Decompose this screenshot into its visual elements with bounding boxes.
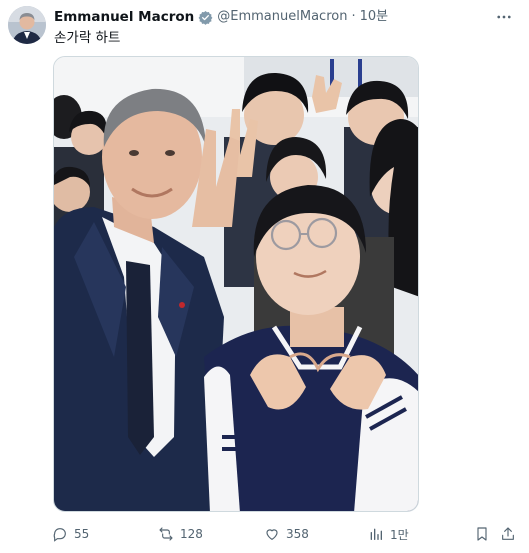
author-avatar[interactable] [8, 6, 46, 44]
reply-button[interactable]: 55 [52, 524, 89, 544]
repost-button[interactable]: 128 [158, 524, 203, 544]
action-bar: 55 128 358 1만 [52, 524, 518, 544]
share-button[interactable] [500, 524, 522, 544]
heart-icon [266, 529, 278, 540]
tweet-header: Emmanuel Macron @EmmanuelMacron · 10분 [54, 8, 388, 26]
views-button[interactable]: 1만 [368, 524, 409, 544]
reply-count: 55 [74, 527, 90, 541]
author-name[interactable]: Emmanuel Macron [54, 8, 194, 26]
bookmark-button[interactable] [474, 524, 496, 544]
more-options-icon[interactable] [493, 6, 515, 28]
tweet-text: 손가락 하트 [54, 30, 121, 46]
like-button[interactable]: 358 [264, 524, 309, 544]
author-handle[interactable]: @EmmanuelMacron [217, 8, 347, 26]
repost-icon [159, 527, 173, 541]
separator-dot: · [351, 9, 356, 24]
tweet-card[interactable]: Emmanuel Macron @EmmanuelMacron · 10분 손가… [0, 0, 529, 553]
share-icon [502, 527, 514, 540]
views-icon [370, 528, 382, 540]
post-time[interactable]: 10분 [360, 8, 389, 26]
bookmark-icon [477, 527, 487, 541]
views-count: 1만 [390, 527, 409, 542]
repost-count: 128 [180, 527, 203, 541]
reply-icon [53, 528, 66, 542]
like-count: 358 [286, 527, 309, 541]
verified-badge-icon [198, 10, 213, 25]
tweet-photo[interactable] [53, 56, 419, 512]
